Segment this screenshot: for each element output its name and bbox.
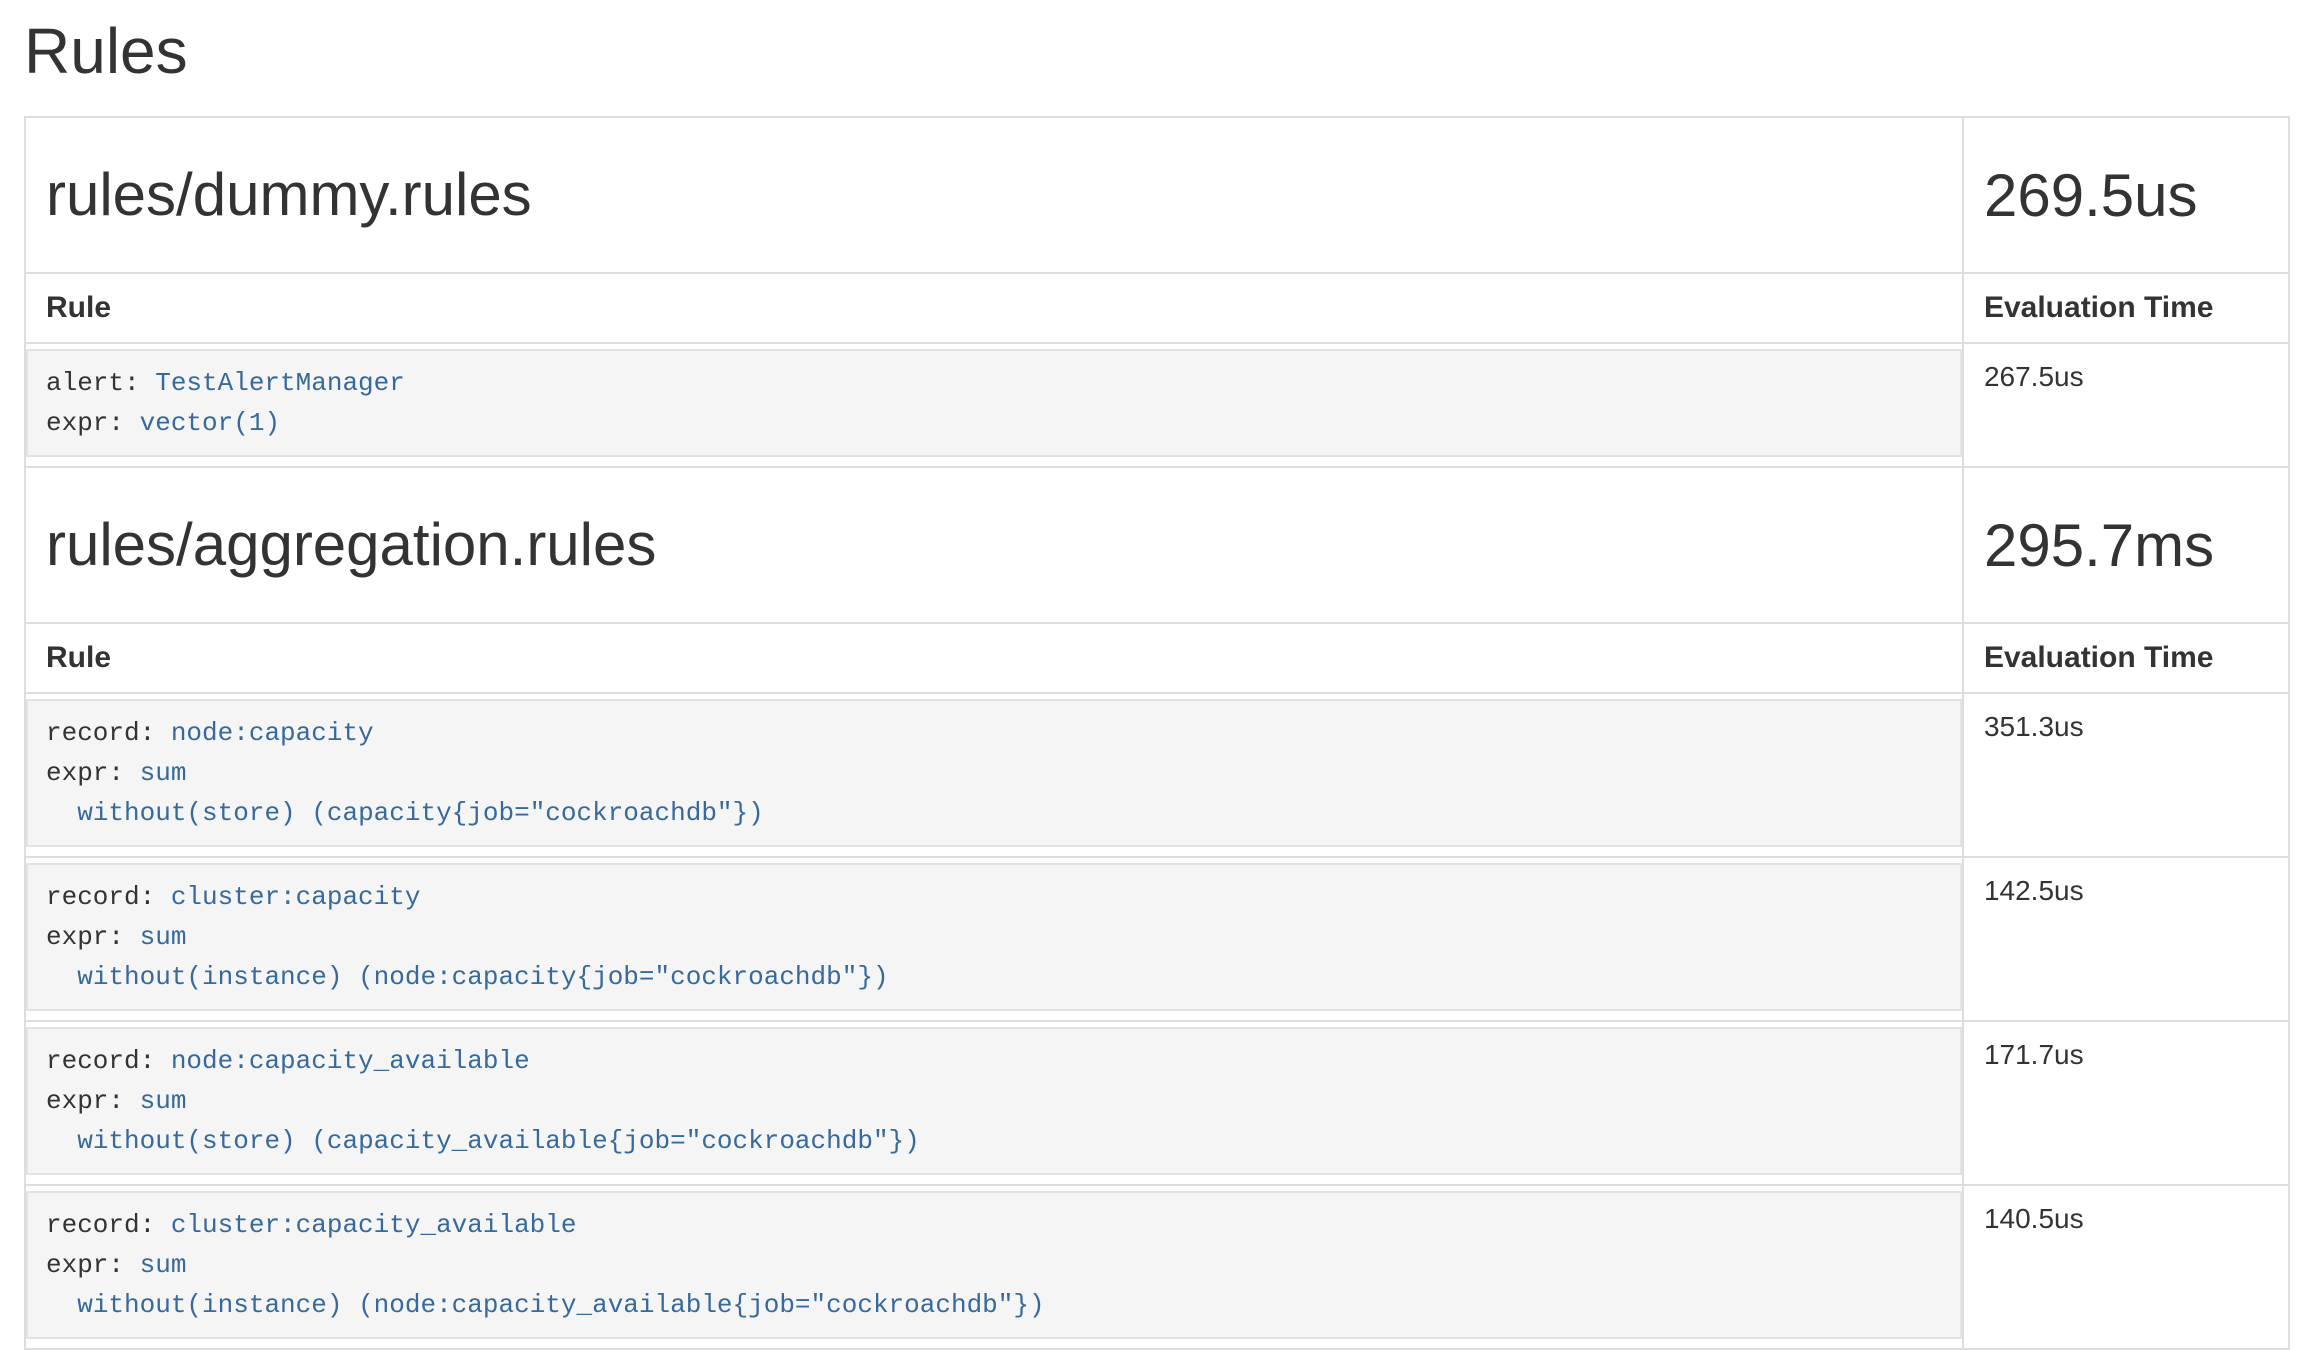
- rules-table-body: rules/dummy.rules269.5usRuleEvaluation T…: [25, 117, 2289, 1349]
- rule-text: [46, 1290, 77, 1320]
- rule-cell: record: cluster:capacity expr: sum witho…: [25, 857, 1963, 1021]
- rule-cell: record: node:capacity expr: sum without(…: [25, 693, 1963, 857]
- rule-text: record:: [46, 718, 171, 748]
- rule-link[interactable]: without(store) (capacity{job="cockroachd…: [77, 798, 764, 828]
- rule-evaluation-time: 267.5us: [1963, 343, 2289, 467]
- rule-link[interactable]: sum: [140, 922, 187, 952]
- rule-link[interactable]: node:capacity: [171, 718, 374, 748]
- rule-definition: alert: TestAlertManager expr: vector(1): [26, 349, 1962, 457]
- rule-column-header: Rule: [25, 623, 1963, 693]
- rule-row: record: node:capacity_available expr: su…: [25, 1021, 2289, 1185]
- rule-text: [46, 798, 77, 828]
- rule-text: [46, 962, 77, 992]
- rule-definition: record: cluster:capacity_available expr:…: [26, 1191, 1962, 1339]
- rule-text: record:: [46, 1210, 171, 1240]
- rule-text: record:: [46, 882, 171, 912]
- rule-row: record: cluster:capacity_available expr:…: [25, 1185, 2289, 1349]
- rule-link[interactable]: cluster:capacity: [171, 882, 421, 912]
- rule-row: record: node:capacity expr: sum without(…: [25, 693, 2289, 857]
- rules-page: Rules rules/dummy.rules269.5usRuleEvalua…: [0, 16, 2316, 1350]
- rule-group-header-row: rules/aggregation.rules 295.7ms: [25, 467, 2289, 623]
- rule-group-file: rules/aggregation.rules: [46, 512, 1942, 578]
- rule-text: expr:: [46, 1250, 140, 1280]
- rule-group-file-cell: rules/aggregation.rules: [25, 467, 1963, 623]
- rule-link[interactable]: node:capacity_available: [171, 1046, 530, 1076]
- rule-link[interactable]: vector(1): [140, 408, 280, 438]
- evaluation-time-column-header: Evaluation Time: [1963, 623, 2289, 693]
- rule-evaluation-time: 351.3us: [1963, 693, 2289, 857]
- rule-text: expr:: [46, 1086, 140, 1116]
- rule-definition: record: cluster:capacity expr: sum witho…: [26, 863, 1962, 1011]
- page-title: Rules: [24, 16, 2290, 86]
- rule-definition: record: node:capacity expr: sum without(…: [26, 699, 1962, 847]
- rule-cell: record: cluster:capacity_available expr:…: [25, 1185, 1963, 1349]
- rule-group-header-row: rules/dummy.rules 269.5us: [25, 117, 2289, 273]
- rule-text: expr:: [46, 922, 140, 952]
- rule-row: record: cluster:capacity expr: sum witho…: [25, 857, 2289, 1021]
- rule-text: alert:: [46, 368, 155, 398]
- evaluation-time-column-header: Evaluation Time: [1963, 273, 2289, 343]
- rules-table: rules/dummy.rules269.5usRuleEvaluation T…: [24, 116, 2290, 1350]
- rule-group-file: rules/dummy.rules: [46, 162, 1942, 228]
- rule-text: [46, 1126, 77, 1156]
- rule-link[interactable]: cluster:capacity_available: [171, 1210, 577, 1240]
- rule-link[interactable]: without(store) (capacity_available{job="…: [77, 1126, 920, 1156]
- rule-columns-header-row: RuleEvaluation Time: [25, 623, 2289, 693]
- rule-text: expr:: [46, 758, 140, 788]
- rule-group-evaluation-time: 295.7ms: [1963, 467, 2289, 623]
- rule-link[interactable]: without(instance) (node:capacity_availab…: [77, 1290, 1044, 1320]
- rule-cell: alert: TestAlertManager expr: vector(1): [25, 343, 1963, 467]
- rule-row: alert: TestAlertManager expr: vector(1)2…: [25, 343, 2289, 467]
- rule-text: record:: [46, 1046, 171, 1076]
- rule-definition: record: node:capacity_available expr: su…: [26, 1027, 1962, 1175]
- rule-cell: record: node:capacity_available expr: su…: [25, 1021, 1963, 1185]
- rule-link[interactable]: sum: [140, 1086, 187, 1116]
- rule-column-header: Rule: [25, 273, 1963, 343]
- rule-evaluation-time: 140.5us: [1963, 1185, 2289, 1349]
- rule-columns-header-row: RuleEvaluation Time: [25, 273, 2289, 343]
- rule-link[interactable]: without(instance) (node:capacity{job="co…: [77, 962, 888, 992]
- rule-group-evaluation-time: 269.5us: [1963, 117, 2289, 273]
- rule-evaluation-time: 171.7us: [1963, 1021, 2289, 1185]
- rule-text: expr:: [46, 408, 140, 438]
- rule-link[interactable]: sum: [140, 758, 187, 788]
- rule-group-file-cell: rules/dummy.rules: [25, 117, 1963, 273]
- rule-link[interactable]: sum: [140, 1250, 187, 1280]
- rule-link[interactable]: TestAlertManager: [155, 368, 405, 398]
- rule-evaluation-time: 142.5us: [1963, 857, 2289, 1021]
